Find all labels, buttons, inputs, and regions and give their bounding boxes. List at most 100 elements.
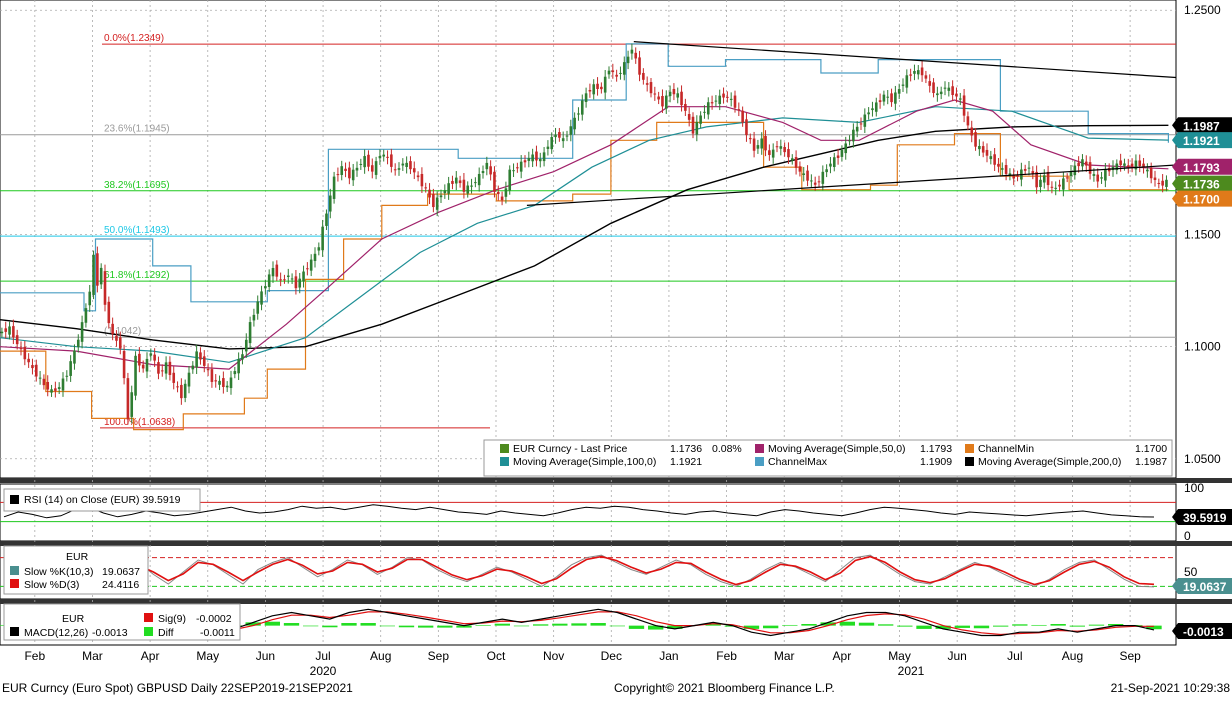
macd-legend-title: EUR [62, 613, 85, 625]
candle-body [458, 180, 462, 184]
candle-body [1157, 182, 1161, 185]
legend-label: Moving Average(Simple,100,0) [513, 456, 656, 468]
candle-body [149, 353, 153, 356]
candle-body [0, 331, 4, 334]
legend-label: Moving Average(Simple,50,0) [768, 443, 906, 455]
candle-body [806, 170, 809, 181]
fib-level-label: 50.0%(1.1493) [104, 225, 170, 236]
candle-body [622, 62, 626, 75]
macd-legend-swatch [10, 627, 19, 636]
candle-body [390, 154, 393, 167]
legend-value: 1.1736 [670, 443, 702, 455]
candle-body [271, 268, 275, 277]
x-tick-label: Nov [543, 649, 564, 663]
x-tick-label: May [888, 649, 911, 663]
candle-body [508, 169, 512, 191]
candle-body [386, 156, 389, 158]
rsi-legend-swatch [10, 495, 19, 504]
candle-body [958, 98, 962, 100]
candle-body [1004, 165, 1008, 174]
candle-body [886, 96, 890, 98]
candle-body [546, 146, 550, 149]
candle-body [852, 129, 855, 142]
candle-body [1065, 177, 1069, 179]
candle-body [951, 86, 954, 96]
candle-body [752, 138, 756, 151]
value-tag-label: 1.1736 [1183, 178, 1220, 192]
candle-body [913, 70, 916, 74]
candle-body [397, 168, 401, 170]
candle-body [1039, 179, 1042, 188]
candle-body [382, 154, 386, 157]
candle-body [454, 177, 458, 184]
y-tick-label: 1.0500 [1184, 452, 1221, 466]
candle-body [474, 182, 477, 184]
stoch-legend-value: 24.4116 [102, 579, 139, 591]
candle-body [1119, 160, 1122, 165]
candle-body [554, 134, 557, 138]
candle-body [672, 88, 676, 95]
macd-legend-label: Diff [158, 627, 174, 639]
candle-body [168, 361, 172, 375]
legend-swatch [755, 444, 764, 453]
candle-body [558, 132, 561, 138]
candle-body [317, 247, 321, 251]
legend-value: 1.1793 [920, 443, 952, 455]
candle-body [321, 226, 324, 251]
candle-body [92, 254, 95, 295]
candle-body [642, 72, 645, 80]
candle-body [768, 150, 771, 155]
candle-body [771, 149, 775, 158]
legend-value: 1.1921 [670, 456, 702, 468]
candle-body [187, 372, 191, 387]
candle-body [447, 183, 450, 194]
value-tag-label: 1.1921 [1183, 134, 1220, 148]
candle-body [27, 358, 30, 363]
candle-body [8, 326, 11, 335]
candle-body [409, 161, 412, 170]
candle-body [882, 94, 886, 102]
value-tag-label: 1.1987 [1183, 119, 1220, 133]
candle-body [966, 116, 970, 126]
candle-body [432, 194, 435, 208]
candle-body [943, 87, 947, 89]
candle-body [687, 114, 691, 120]
candle-body [76, 339, 80, 348]
candle-body [859, 123, 863, 125]
candle-body [1073, 165, 1077, 176]
candle-body [584, 93, 588, 103]
candle-body [355, 167, 359, 171]
candle-body [596, 83, 599, 89]
candle-body [829, 163, 832, 167]
legend-change: 0.08% [712, 443, 742, 455]
candle-body [691, 116, 695, 134]
candle-body [878, 100, 882, 103]
candle-body [252, 314, 256, 321]
candle-body [748, 138, 752, 140]
candle-body [840, 149, 844, 157]
candle-body [722, 93, 725, 98]
candle-body [825, 169, 828, 173]
candle-body [939, 91, 943, 95]
candle-body [661, 95, 664, 107]
candle-body [714, 100, 718, 102]
candle-body [668, 91, 672, 97]
candle-body [657, 96, 660, 100]
bloomberg-chart: Feb Mar Apr May Jun Jul Aug Sep Oct Nov Dec Jan Feb M… [0, 0, 1232, 702]
candle-body [928, 81, 932, 86]
candle-body [970, 127, 974, 136]
stoch-legend-swatch [10, 579, 19, 588]
candle-body [619, 72, 622, 74]
candle-body [57, 387, 61, 390]
candle-body [363, 156, 366, 168]
candle-body [428, 189, 431, 198]
candle-body [905, 75, 909, 88]
macd-legend-swatch [144, 627, 153, 636]
x-tick-label: Jan [659, 649, 678, 663]
candle-body [336, 174, 340, 176]
candle-body [19, 347, 23, 350]
candle-body [1096, 174, 1100, 182]
candle-body [111, 323, 114, 334]
candle-body [183, 383, 187, 398]
macd-legend-value: -0.0002 [196, 613, 232, 625]
